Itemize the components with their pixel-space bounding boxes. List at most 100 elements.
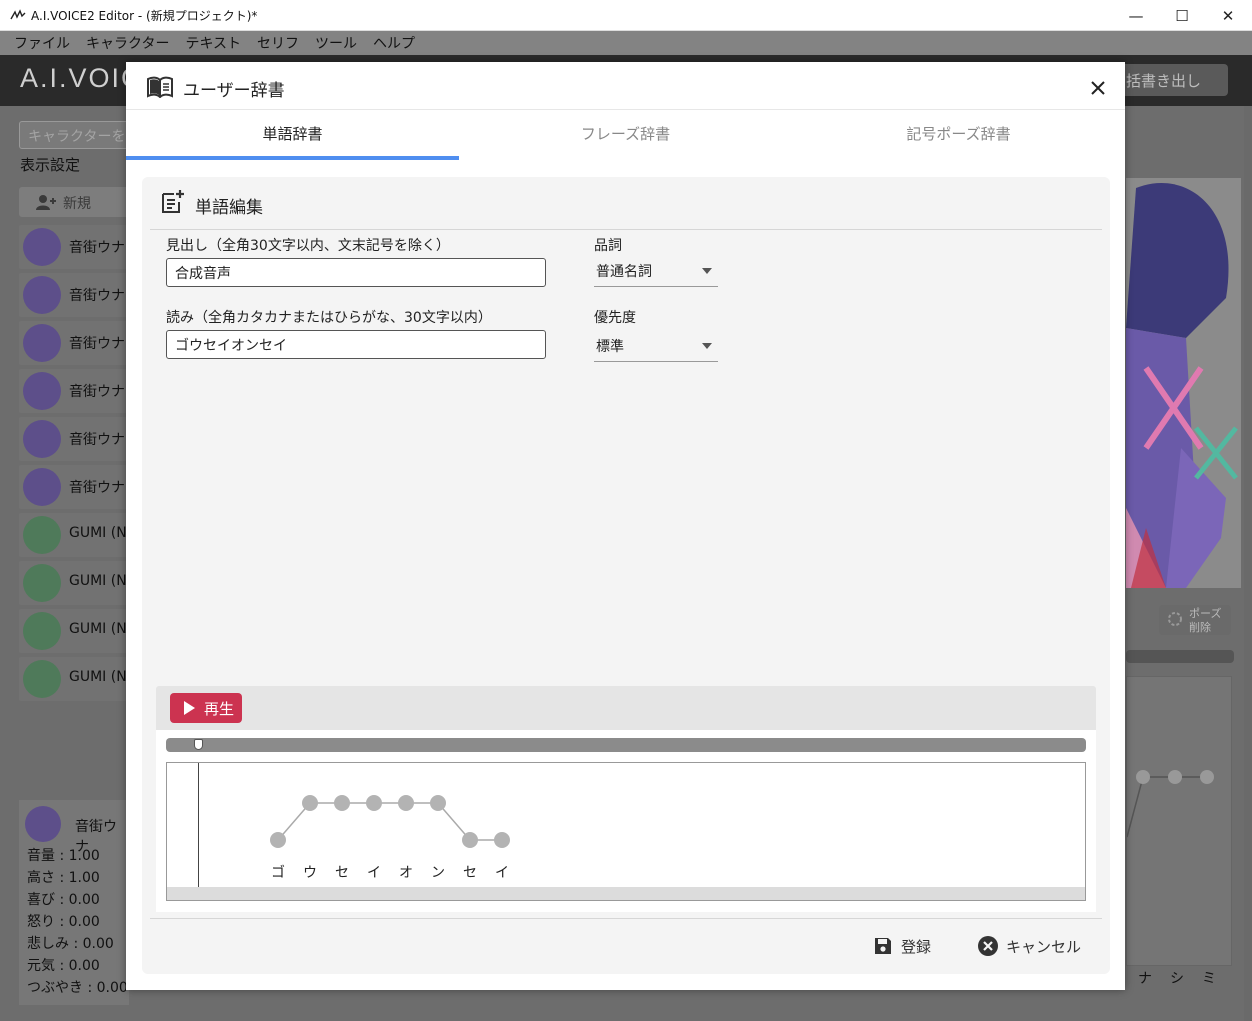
character-list-item[interactable]: 音街ウナ (19, 225, 129, 269)
app-logo-icon (10, 9, 26, 20)
app-logo: A.I.VOIC (20, 63, 143, 93)
status-pitch: 高さ : 1.00 (27, 870, 100, 886)
cancel-button[interactable]: キャンセル (978, 931, 1081, 961)
delete-label: 削除 (1189, 621, 1211, 634)
status-joy: 喜び : 0.00 (27, 892, 100, 908)
character-name: 音街ウナ (69, 480, 125, 496)
accent-point[interactable] (366, 795, 382, 811)
register-button[interactable]: 登録 (873, 931, 931, 961)
accent-point[interactable] (462, 832, 478, 848)
chevron-down-icon (702, 268, 712, 274)
character-name: 音街ウナ (69, 240, 125, 256)
accent-point[interactable] (270, 832, 286, 848)
headword-label: 見出し（全角30文字以内、文末記号を除く） (166, 238, 450, 254)
part-of-speech-value: 普通名詞 (596, 264, 652, 280)
new-character-label: 新規 (63, 196, 91, 212)
background-scroll-strip (1244, 106, 1252, 1021)
avatar (23, 660, 61, 698)
headword-input[interactable] (166, 258, 546, 287)
add-user-icon (36, 195, 56, 210)
priority-label: 優先度 (594, 310, 636, 326)
status-whisper: つぶやき : 0.00 (27, 980, 128, 996)
word-edit-panel: 単語編集 見出し（全角30文字以内、文末記号を除く） 読み（全角カタカナまたはひ… (142, 177, 1110, 974)
maximize-button[interactable]: ☐ (1159, 0, 1205, 31)
pause-delete-button[interactable]: ポーズ 削除 (1159, 605, 1231, 635)
character-list-item[interactable]: 音街ウナ (19, 369, 129, 413)
priority-value: 標準 (596, 339, 624, 355)
mora-label: オ (399, 865, 413, 881)
menu-help[interactable]: ヘルプ (373, 33, 415, 53)
seek-handle[interactable] (194, 739, 203, 750)
mora-label: イ (367, 865, 381, 881)
chevron-down-icon (702, 343, 712, 349)
character-list-item[interactable]: GUMI (NV (19, 513, 136, 557)
character-list-item[interactable]: 音街ウナ (19, 417, 129, 461)
menu-tools[interactable]: ツール (315, 33, 357, 53)
accent-graph[interactable]: ゴウセイオンセイ (167, 763, 1085, 887)
divider (150, 229, 1102, 230)
mora-label: ゴ (271, 864, 285, 881)
background-pitch-graph (1126, 676, 1232, 966)
seek-bar[interactable] (166, 738, 1086, 752)
mora-label: ン (431, 865, 445, 881)
menu-file[interactable]: ファイル (14, 33, 70, 53)
accent-point[interactable] (430, 795, 446, 811)
character-name: 音街ウナ (69, 288, 125, 304)
character-list-item[interactable]: 音街ウナ (19, 273, 129, 317)
status-energy: 元気 : 0.00 (27, 958, 100, 974)
tab-phrase-dictionary[interactable]: フレーズ辞書 (459, 110, 792, 160)
accent-point[interactable] (302, 795, 318, 811)
avatar (23, 324, 61, 362)
play-button[interactable]: 再生 (170, 693, 242, 723)
menu-bar: ファイル キャラクター テキスト セリフ ツール ヘルプ (0, 31, 1252, 55)
note-add-icon (162, 190, 184, 213)
accent-point[interactable] (334, 795, 350, 811)
accent-point[interactable] (494, 832, 510, 848)
avatar (25, 806, 61, 842)
character-list-item[interactable]: GUMI (NV (19, 657, 136, 701)
title-bar: A.I.VOICE2 Editor - (新規プロジェクト)* — ☐ ✕ (0, 0, 1252, 31)
new-character-button[interactable]: 新規 (19, 187, 129, 217)
close-window-button[interactable]: ✕ (1205, 0, 1251, 31)
reading-label: 読み（全角カタカナまたはひらがな、30文字以内） (166, 310, 492, 326)
priority-select[interactable]: 標準 (594, 332, 718, 362)
dialog-title: ユーザー辞書 (183, 81, 285, 101)
player-toolbar: 再生 (156, 686, 1096, 730)
avatar (23, 564, 61, 602)
reading-input[interactable] (166, 330, 546, 359)
status-anger: 怒り : 0.00 (27, 914, 100, 930)
character-list-item[interactable]: GUMI (NV (19, 609, 136, 653)
character-search-input[interactable]: キャラクターを (19, 121, 129, 149)
minimize-button[interactable]: — (1113, 0, 1159, 31)
register-label: 登録 (901, 937, 932, 956)
character-list-item[interactable]: GUMI (NV (19, 561, 136, 605)
character-illustration (1126, 178, 1241, 588)
tab-word-dictionary[interactable]: 単語辞書 (126, 110, 459, 160)
close-dialog-button[interactable] (1084, 74, 1112, 102)
mora-label: ウ (303, 865, 317, 881)
avatar (23, 420, 61, 458)
menu-serif[interactable]: セリフ (257, 33, 299, 53)
background-kana: ナ (1138, 971, 1152, 987)
part-of-speech-select[interactable]: 普通名詞 (594, 257, 718, 287)
section-title: 単語編集 (195, 198, 263, 218)
background-pitch-curve (1126, 770, 1214, 838)
character-list-item[interactable]: 音街ウナ (19, 465, 129, 509)
batch-export-button[interactable]: 括書き出し (1112, 64, 1228, 96)
character-list-item[interactable]: 音街ウナ (19, 321, 129, 365)
dialog-header: ユーザー辞書 (126, 62, 1125, 110)
divider (150, 918, 1102, 919)
status-sadness: 悲しみ : 0.00 (27, 936, 114, 952)
mora-label: セ (463, 865, 477, 881)
menu-text[interactable]: テキスト (185, 33, 241, 53)
accent-editor-scrollbar[interactable] (167, 887, 1085, 900)
status-volume: 音量 : 1.00 (27, 848, 100, 864)
menu-character[interactable]: キャラクター (86, 33, 169, 53)
tab-symbol-pause-dictionary[interactable]: 記号ポーズ辞書 (792, 110, 1125, 160)
display-settings-label[interactable]: 表示設定 (20, 154, 80, 175)
accent-point[interactable] (398, 795, 414, 811)
save-icon (875, 938, 891, 954)
cancel-label: キャンセル (1006, 937, 1082, 956)
accent-editor[interactable]: ゴウセイオンセイ (166, 762, 1086, 901)
book-icon (147, 76, 173, 98)
